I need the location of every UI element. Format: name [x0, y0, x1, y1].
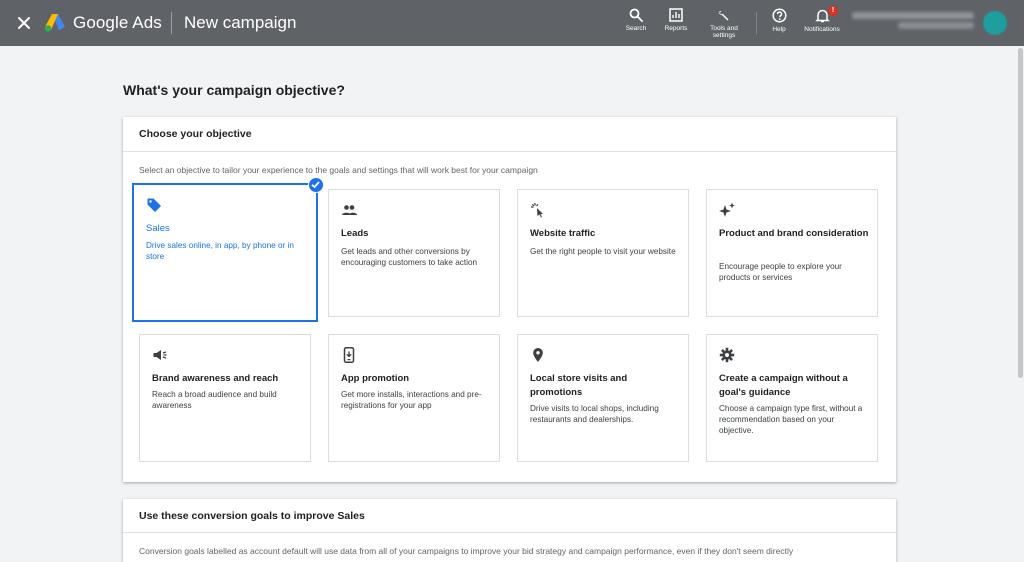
- objective-title: Leads: [341, 228, 369, 239]
- objective-title: Create a campaign without a goal's guida…: [719, 373, 848, 398]
- conversion-card-text: Conversion goals labelled as account def…: [139, 546, 794, 556]
- objective-title: App promotion: [341, 373, 410, 384]
- account-info[interactable]: [852, 12, 974, 30]
- objective-tile-no-guidance[interactable]: Create a campaign without a goal's guida…: [706, 334, 878, 462]
- avatar[interactable]: [983, 11, 1007, 35]
- top-app-bar: Google Ads New campaign Search Reports T…: [0, 0, 1024, 46]
- gear-icon: [719, 347, 735, 363]
- card-title: Choose your objective: [139, 128, 252, 140]
- tools-settings-label: Tools and settings: [710, 25, 738, 39]
- objective-description: Drive sales online, in app, by phone or …: [146, 241, 294, 261]
- selected-check-icon: [308, 177, 324, 193]
- objective-description: Encourage people to explore your product…: [719, 262, 842, 282]
- help-icon: [771, 8, 787, 23]
- notifications-button[interactable]: ! Notifications: [792, 6, 852, 33]
- notification-badge: !: [828, 6, 838, 16]
- close-icon[interactable]: [14, 13, 34, 33]
- objective-tile-sales[interactable]: Sales Drive sales online, in app, by pho…: [132, 177, 324, 322]
- location-pin-icon: [530, 347, 546, 363]
- objective-description: Reach a broad audience and build awarene…: [152, 390, 277, 410]
- objective-tile-website-traffic[interactable]: Website traffic Get the right people to …: [517, 189, 689, 317]
- wrench-icon: [718, 11, 729, 21]
- scrollbar-thumb[interactable]: [1018, 48, 1023, 378]
- objective-card: Choose your objective Select an objectiv…: [123, 117, 896, 482]
- search-icon: [629, 8, 643, 22]
- objective-tile-leads[interactable]: Leads Get leads and other conversions by…: [328, 189, 500, 317]
- tag-icon: [146, 197, 162, 213]
- objective-tile-local-store-visits[interactable]: Local store visits and promotions Drive …: [517, 334, 689, 462]
- megaphone-icon: [152, 347, 168, 363]
- objective-title: Local store visits and promotions: [530, 373, 628, 398]
- page-title: New campaign: [184, 13, 297, 32]
- objective-description: Get leads and other conversions by encou…: [341, 247, 478, 267]
- objective-tile-brand-awareness[interactable]: Brand awareness and reach Reach a broad …: [139, 334, 311, 462]
- objective-tile-product-brand-consideration[interactable]: Product and brand consideration Encourag…: [706, 189, 878, 317]
- brand-name: Google Ads: [73, 13, 162, 32]
- cursor-click-icon: [530, 202, 546, 218]
- objective-description: Get more installs, interactions and pre-…: [341, 390, 482, 410]
- google-ads-logo-icon: [44, 12, 66, 32]
- objective-title: Product and brand consideration: [719, 228, 869, 239]
- phone-icon: [341, 347, 357, 363]
- sparkle-icon: [719, 202, 735, 218]
- title-divider: [171, 12, 172, 34]
- page-scrollbar[interactable]: [1017, 46, 1024, 562]
- notifications-label: Notifications: [804, 26, 840, 33]
- people-icon: [341, 202, 357, 218]
- card-divider: [123, 532, 896, 533]
- objective-tile-app-promotion[interactable]: App promotion Get more installs, interac…: [328, 334, 500, 462]
- objective-title: Sales: [146, 223, 170, 234]
- page-heading: What's your campaign objective?: [123, 82, 345, 98]
- card-divider: [123, 151, 896, 152]
- conversion-goals-card: Use these conversion goals to improve Sa…: [123, 499, 896, 562]
- objective-description: Get the right people to visit your websi…: [530, 247, 676, 256]
- conversion-card-title: Use these conversion goals to improve Sa…: [139, 510, 365, 522]
- reports-icon: [669, 8, 683, 22]
- objective-title: Brand awareness and reach: [152, 373, 279, 384]
- objective-title: Website traffic: [530, 228, 596, 239]
- objective-description: Drive visits to local shops, including r…: [530, 404, 659, 424]
- tools-settings-button[interactable]: Tools and settings: [694, 8, 754, 39]
- card-subtitle: Select an objective to tailor your exper…: [139, 165, 538, 175]
- objective-description: Choose a campaign type first, without a …: [719, 404, 863, 435]
